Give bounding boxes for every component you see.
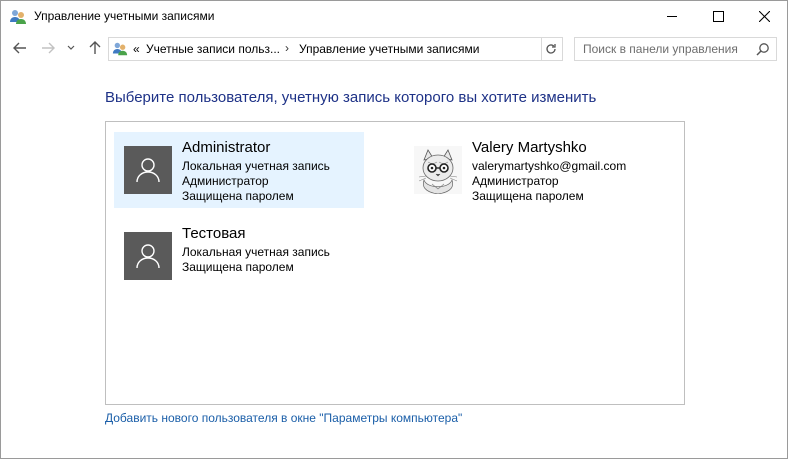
close-icon xyxy=(758,11,770,22)
account-tile-administrator[interactable]: Administrator Локальная учетная запись А… xyxy=(114,132,364,208)
control-panel-window: Управление учетными записями « Учетные з… xyxy=(0,0,788,459)
chevron-down-icon xyxy=(67,45,75,50)
account-role: Администратор xyxy=(182,174,269,188)
refresh-icon xyxy=(546,44,556,54)
account-name: Valery Martyshko xyxy=(472,139,587,156)
account-password-status: Защищена паролем xyxy=(472,189,584,203)
account-name: Administrator xyxy=(182,139,271,156)
account-role: Администратор xyxy=(472,174,559,188)
breadcrumb-user-accounts[interactable]: Учетные записи польз... xyxy=(146,42,280,56)
account-password-status: Защищена паролем xyxy=(182,189,294,203)
close-button[interactable] xyxy=(741,1,787,32)
accounts-panel: Administrator Локальная учетная запись А… xyxy=(105,121,685,405)
window-title: Управление учетными записями xyxy=(34,9,215,23)
search-placeholder: Поиск в панели управления xyxy=(583,42,738,56)
user-accounts-icon xyxy=(9,8,27,26)
minimize-icon xyxy=(667,16,677,17)
account-password-status: Защищена паролем xyxy=(182,260,294,274)
account-email: valerymartyshko@gmail.com xyxy=(472,159,627,173)
forward-button[interactable] xyxy=(37,38,59,58)
cat-photo xyxy=(414,146,462,194)
user-silhouette-icon xyxy=(136,244,160,269)
refresh-button[interactable] xyxy=(540,37,563,61)
chevron-right-icon[interactable]: › xyxy=(285,41,289,55)
user-silhouette-icon xyxy=(136,158,160,183)
arrow-left-icon xyxy=(13,42,26,54)
account-tile-valery-martyshko[interactable]: Valery Martyshko valerymartyshko@gmail.c… xyxy=(404,132,654,208)
title-bar[interactable]: Управление учетными записями xyxy=(1,1,787,32)
breadcrumb-manage-accounts[interactable]: Управление учетными записями xyxy=(299,42,479,56)
arrow-up-icon xyxy=(89,41,101,54)
search-input[interactable]: Поиск в панели управления xyxy=(574,37,777,61)
page-title: Выберите пользователя, учетную запись ко… xyxy=(105,89,597,106)
up-button[interactable] xyxy=(85,38,105,58)
address-overflow-button[interactable]: « xyxy=(133,42,140,56)
avatar xyxy=(124,232,172,280)
user-accounts-icon xyxy=(112,41,128,57)
address-bar[interactable]: « Учетные записи польз... › Управление у… xyxy=(108,37,542,61)
avatar xyxy=(124,146,172,194)
avatar xyxy=(414,146,462,194)
back-button[interactable] xyxy=(9,38,31,58)
add-new-user-link[interactable]: Добавить нового пользователя в окне "Пар… xyxy=(105,411,462,425)
arrow-right-icon xyxy=(42,42,55,54)
maximize-icon xyxy=(712,11,724,22)
minimize-button[interactable] xyxy=(649,1,695,32)
search-icon xyxy=(756,43,769,56)
account-type: Локальная учетная запись xyxy=(182,159,330,173)
account-type: Локальная учетная запись xyxy=(182,245,330,259)
navigation-bar: « Учетные записи польз... › Управление у… xyxy=(1,32,787,64)
recent-locations-button[interactable] xyxy=(64,38,78,58)
maximize-button[interactable] xyxy=(695,1,741,32)
account-name: Тестовая xyxy=(182,225,246,242)
account-tile-testovaya[interactable]: Тестовая Локальная учетная запись Защище… xyxy=(114,218,364,294)
